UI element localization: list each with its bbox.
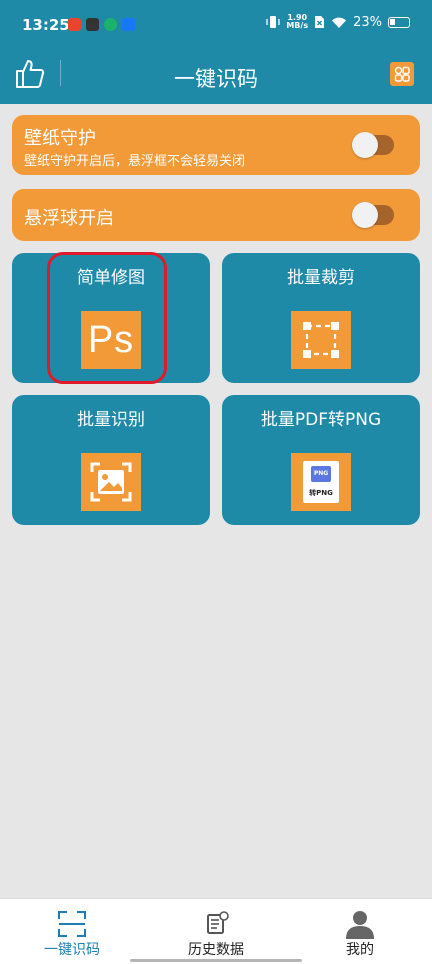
notification-icons (68, 18, 135, 31)
wallpaper-guard-subtitle: 壁纸守护开启后，悬浮框不会轻易关闭 (24, 154, 246, 169)
grid-apps-icon (394, 66, 410, 82)
batch-recognize-label: 批量识别 (77, 410, 145, 430)
nav-label-profile: 我的 (346, 942, 374, 958)
wallpaper-guard-card[interactable]: 壁纸守护 壁纸守护开启后，悬浮框不会轻易关闭 (12, 115, 420, 175)
toggle-knob (352, 132, 378, 158)
scan-frame-icon (58, 911, 86, 937)
history-doc-icon (207, 911, 229, 934)
video-app-icon (86, 18, 99, 31)
top-bar: 13:25 1.90 MB/s 23% 一键识码 (0, 0, 432, 104)
crop-icon (291, 311, 351, 369)
document-page: PNG 转PNG (303, 461, 339, 503)
pdf-to-png-icon: PNG 转PNG (291, 453, 351, 511)
nav-label-history: 历史数据 (188, 942, 244, 958)
batch-crop-label: 批量裁剪 (287, 268, 355, 288)
wallpaper-guard-toggle[interactable] (352, 132, 394, 158)
png-badge: PNG (311, 466, 331, 482)
apps-menu-button[interactable] (390, 62, 414, 86)
alipay-icon (122, 18, 135, 31)
highlight-box (47, 252, 167, 384)
convert-caption: 转PNG (309, 489, 333, 497)
floating-ball-title: 悬浮球开启 (24, 208, 114, 229)
floating-ball-card[interactable]: 悬浮球开启 (12, 189, 420, 241)
no-sim-icon (315, 16, 325, 28)
app-notification-icon (68, 18, 81, 31)
battery-icon (388, 16, 410, 28)
batch-crop-tile[interactable]: 批量裁剪 (222, 253, 420, 383)
home-indicator[interactable] (130, 959, 302, 962)
nav-item-history[interactable]: 历史数据 (144, 899, 288, 964)
status-bar: 13:25 1.90 MB/s 23% (0, 0, 432, 50)
nav-item-scan[interactable]: 一键识码 (0, 899, 144, 964)
nav-label-scan: 一键识码 (44, 942, 100, 958)
pdf-to-png-tile[interactable]: 批量PDF转PNG PNG 转PNG (222, 395, 420, 525)
battery-percent: 23% (353, 14, 382, 30)
status-time: 13:25 (22, 16, 70, 34)
bottom-nav: 一键识码 历史数据 我的 (0, 898, 432, 964)
toggle-knob (352, 202, 378, 228)
vibrate-icon (266, 16, 280, 28)
network-speed-unit: MB/s (286, 21, 309, 30)
wifi-icon (332, 17, 347, 28)
sync-app-icon (104, 18, 117, 31)
page-title: 一键识码 (174, 67, 258, 91)
profile-icon (346, 911, 374, 939)
status-right: 1.90 MB/s 23% (266, 14, 410, 30)
wallpaper-guard-title: 壁纸守护 (24, 128, 96, 149)
png-badge-text: PNG (313, 470, 329, 477)
network-speed: 1.90 MB/s (286, 14, 308, 30)
scan-image-icon (81, 453, 141, 511)
nav-item-profile[interactable]: 我的 (288, 899, 432, 964)
batch-recognize-tile[interactable]: 批量识别 (12, 395, 210, 525)
floating-ball-toggle[interactable] (352, 202, 394, 228)
app-header: 一键识码 (0, 50, 432, 104)
pdf-to-png-label: 批量PDF转PNG (260, 410, 382, 430)
